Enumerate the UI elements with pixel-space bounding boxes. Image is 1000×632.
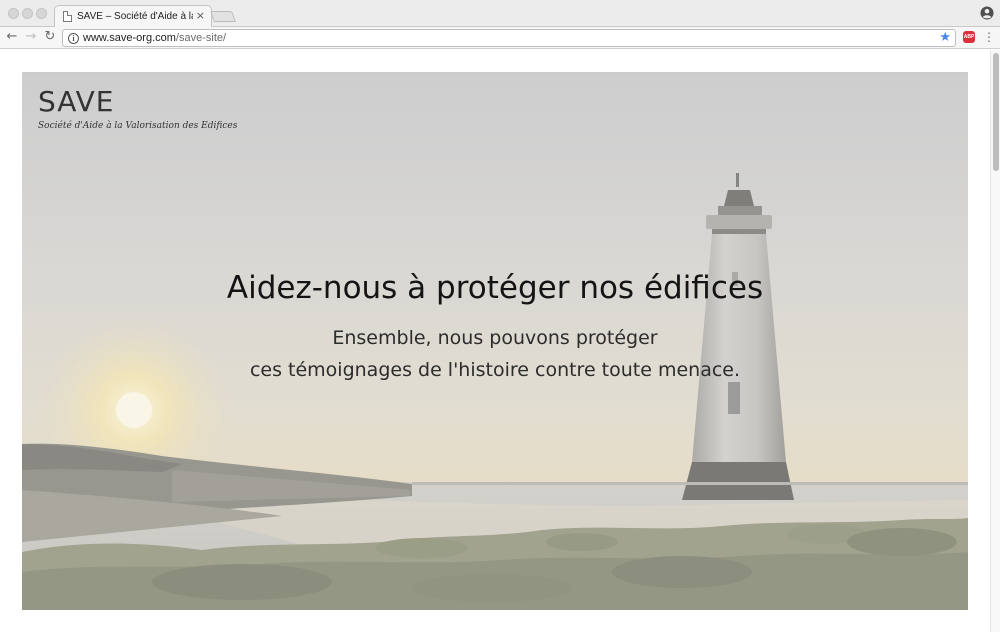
address-bar[interactable]: i www.save-org.com/save-site/ ★ [62,29,956,47]
hero-subtitle-line-1: Ensemble, nous pouvons protéger [332,327,658,349]
info-icon[interactable]: i [68,33,79,44]
star-icon[interactable]: ★ [939,30,951,46]
address-url[interactable]: www.save-org.com/save-site/ [83,32,226,44]
tab-close-icon[interactable]: × [196,9,205,23]
url-host: www.save-org.com [83,32,176,44]
adblock-icon[interactable]: ABP [963,31,975,43]
arrow-left-icon[interactable]: ← [4,29,20,45]
url-path: /save-site/ [175,32,227,44]
new-tab-button[interactable] [209,11,237,22]
tab-title: SAVE – Société d'Aide à la Valorisation … [77,11,193,22]
browser-tab-bar: SAVE – Société d'Aide à la Valorisation … [0,0,1000,28]
reload-icon[interactable]: ↻ [42,29,58,45]
scrollbar-thumb[interactable] [993,53,999,171]
user-profile-icon[interactable] [980,6,994,20]
document-icon [63,11,72,22]
site-title[interactable]: SAVE [38,85,115,118]
window-maximize-button[interactable] [36,8,47,19]
hero-subtitle-line-2: ces témoignages de l'histoire contre tou… [249,359,741,381]
vertical-dots-icon[interactable]: ⋮ [983,29,995,45]
window-minimize-button[interactable] [22,8,33,19]
hero-heading: Aidez-nous à protéger nos édifices [226,270,764,306]
page-scrollbar[interactable] [990,50,1000,632]
window-close-button[interactable] [8,8,19,19]
browser-tab-active[interactable]: SAVE – Société d'Aide à la Valorisation … [54,5,212,28]
hero-section: SAVE Société d'Aide à la Valorisation de… [22,72,968,610]
browser-toolbar: ← → ↻ i www.save-org.com/save-site/ ★ AB… [0,27,1000,49]
arrow-right-icon[interactable]: → [23,29,39,45]
page-viewport: SAVE Société d'Aide à la Valorisation de… [0,50,1000,632]
site-tagline: Société d'Aide à la Valorisation des Edi… [38,121,238,131]
